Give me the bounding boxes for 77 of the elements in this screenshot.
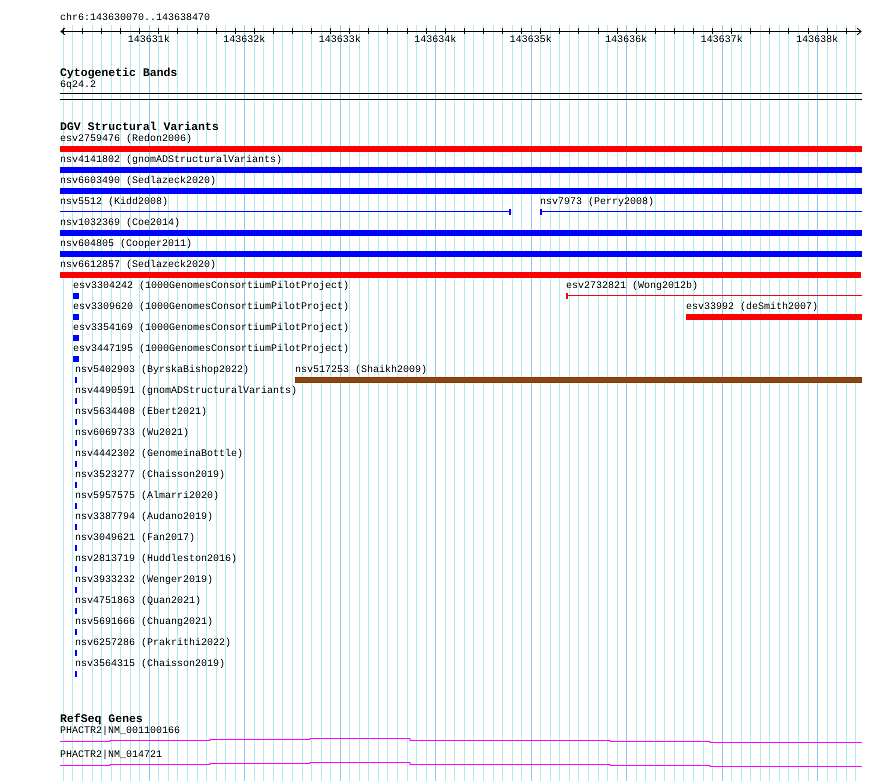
variant-bar[interactable]: [60, 146, 862, 152]
variant-marker[interactable]: [75, 566, 77, 572]
feature-label: nsv6069733 (Wu2021): [75, 428, 190, 439]
tick-label: 143633k: [318, 35, 361, 46]
gene-label: PHACTR2|NM_001100166: [60, 726, 180, 737]
tick-label: 143632k: [223, 35, 266, 46]
feature-label: esv3447195 (1000GenomesConsortiumPilotProject): [73, 344, 350, 355]
tick-label: 143631k: [128, 35, 170, 46]
feature-label: nsv6612857 (Sedlazeck2020): [60, 260, 216, 271]
feature-label: nsv4442302 (GenomeinaBottle): [75, 449, 244, 460]
feature-label: esv3354169 (1000GenomesConsortiumPilotProject): [73, 323, 350, 334]
track-title: DGV Structural Variants: [60, 122, 219, 134]
feature-label: nsv5957575 (Almarri2020): [75, 491, 220, 502]
feature-label: nsv4141802 (gnomADStructuralVariants): [60, 155, 282, 166]
feature-label: nsv6603490 (Sedlazeck2020): [60, 176, 216, 187]
tick-label: 143637k: [700, 35, 743, 46]
variant-bar[interactable]: [60, 272, 861, 278]
feature-label: nsv3523277 (Chaisson2019): [75, 470, 226, 481]
feature-label: esv3309620 (1000GenomesConsortiumPilotProject): [73, 302, 350, 313]
feature-label: nsv7973 (Perry2008): [540, 197, 654, 208]
track-title: Cytogenetic Bands: [60, 68, 178, 80]
feature-label: esv33992 (deSmith2007): [686, 302, 818, 313]
variant-marker[interactable]: [73, 335, 79, 341]
location-text: chr6:143630070..143638470: [60, 13, 212, 24]
variant-marker[interactable]: [75, 377, 77, 383]
gene-label: PHACTR2|NM_014721: [60, 750, 162, 761]
variant-marker[interactable]: [73, 314, 79, 320]
feature-label: nsv3933232 (Wenger2019): [75, 575, 214, 586]
variant-bar[interactable]: [686, 314, 862, 320]
variant-marker[interactable]: [75, 503, 77, 509]
variant-marker[interactable]: [75, 482, 77, 488]
feature-label: nsv517253 (Shaikh2009): [295, 365, 428, 376]
feature-label: nsv4751863 (Quan2021): [75, 596, 202, 607]
variant-marker[interactable]: [75, 461, 77, 467]
variant-bar[interactable]: [60, 230, 862, 236]
variant-marker[interactable]: [75, 398, 77, 404]
variant-marker[interactable]: [75, 524, 77, 530]
variant-marker[interactable]: [75, 545, 77, 551]
feature-label: esv2759476 (Redon2006): [60, 134, 192, 145]
feature-label: nsv3049621 (Fan2017): [75, 533, 196, 544]
variant-line[interactable]: [540, 209, 862, 215]
variant-marker[interactable]: [75, 419, 77, 425]
variant-marker[interactable]: [75, 650, 77, 656]
feature-label: nsv2813719 (Huddleston2016): [75, 554, 238, 565]
feature-label: nsv4490591 (gnomADStructuralVariants): [75, 386, 298, 397]
tick-label: 143634k: [414, 35, 456, 46]
feature-label: nsv1032369 (Coe2014): [60, 218, 180, 229]
transcript-line[interactable]: [60, 761, 862, 768]
variant-bar[interactable]: [295, 377, 862, 383]
feature-label: nsv3387794 (Audano2019): [75, 512, 214, 523]
feature-label: esv3304242 (1000GenomesConsortiumPilotProject): [73, 281, 350, 292]
variant-bar[interactable]: [60, 188, 862, 194]
variant-marker[interactable]: [73, 293, 79, 299]
variant-marker[interactable]: [73, 356, 79, 362]
track-title: RefSeq Genes: [60, 714, 143, 726]
band-label: 6q24.2: [60, 80, 98, 91]
feature-label: nsv5402903 (ByrskaBishop2022): [75, 365, 250, 376]
feature-label: esv2732821 (Wong2012b): [566, 281, 698, 292]
feature-label: nsv6257286 (Prakrithi2022): [75, 638, 232, 649]
variant-line[interactable]: [566, 293, 862, 299]
variant-marker[interactable]: [75, 629, 77, 635]
variant-line[interactable]: [60, 209, 511, 215]
variant-bar[interactable]: [60, 167, 862, 173]
variant-marker[interactable]: [75, 671, 77, 677]
feature-label: nsv5512 (Kidd2008): [60, 197, 168, 208]
feature-label: nsv5634408 (Ebert2021): [75, 407, 208, 418]
feature-label: nsv5691666 (Chuang2021): [75, 617, 214, 628]
variant-marker[interactable]: [75, 608, 77, 614]
transcript-line[interactable]: [60, 737, 862, 744]
variant-marker[interactable]: [75, 440, 77, 446]
feature-label: nsv604805 (Cooper2011): [60, 239, 192, 250]
tick-label: 143636k: [605, 35, 648, 46]
variant-bar[interactable]: [60, 251, 862, 257]
tick-label: 143635k: [510, 35, 552, 46]
variant-marker[interactable]: [75, 587, 77, 593]
feature-label: nsv3564315 (Chaisson2019): [75, 659, 226, 670]
tick-label: 143638k: [796, 35, 838, 46]
